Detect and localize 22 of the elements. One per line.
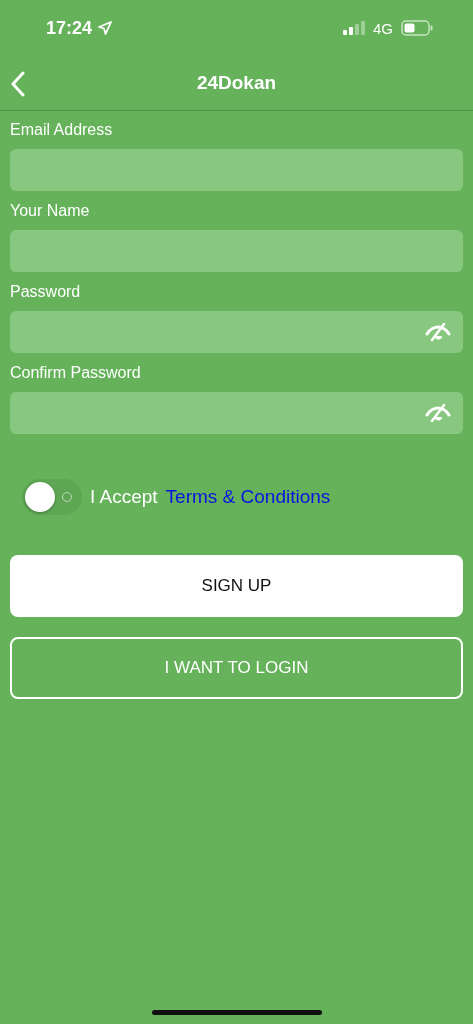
eye-off-icon[interactable]: [425, 403, 451, 423]
network-label: 4G: [373, 19, 393, 37]
input-field[interactable]: [10, 149, 463, 191]
input-field[interactable]: [10, 311, 463, 353]
field-label: Your Name: [10, 202, 90, 220]
signal-icon: [343, 21, 365, 35]
accept-label: I Accept: [90, 486, 158, 508]
terms-link[interactable]: Terms & Conditions: [165, 486, 331, 508]
field-label: Password: [10, 283, 81, 301]
sign-up-button[interactable]: SIGN UP: [10, 555, 463, 617]
input-field[interactable]: [10, 392, 463, 434]
location-arrow-icon: [98, 21, 113, 35]
status-time: 17:24: [46, 17, 93, 39]
eye-off-icon[interactable]: [425, 322, 451, 342]
screen-title: 24Dokan: [196, 72, 277, 94]
battery-icon: [401, 20, 433, 36]
accept-toggle[interactable]: [22, 479, 82, 515]
back-icon[interactable]: [10, 71, 26, 97]
input-field[interactable]: [10, 230, 463, 272]
field-label: Confirm Password: [10, 364, 141, 382]
login-button[interactable]: I WANT TO LOGIN: [10, 637, 463, 699]
field-label: Email Address: [10, 121, 113, 139]
